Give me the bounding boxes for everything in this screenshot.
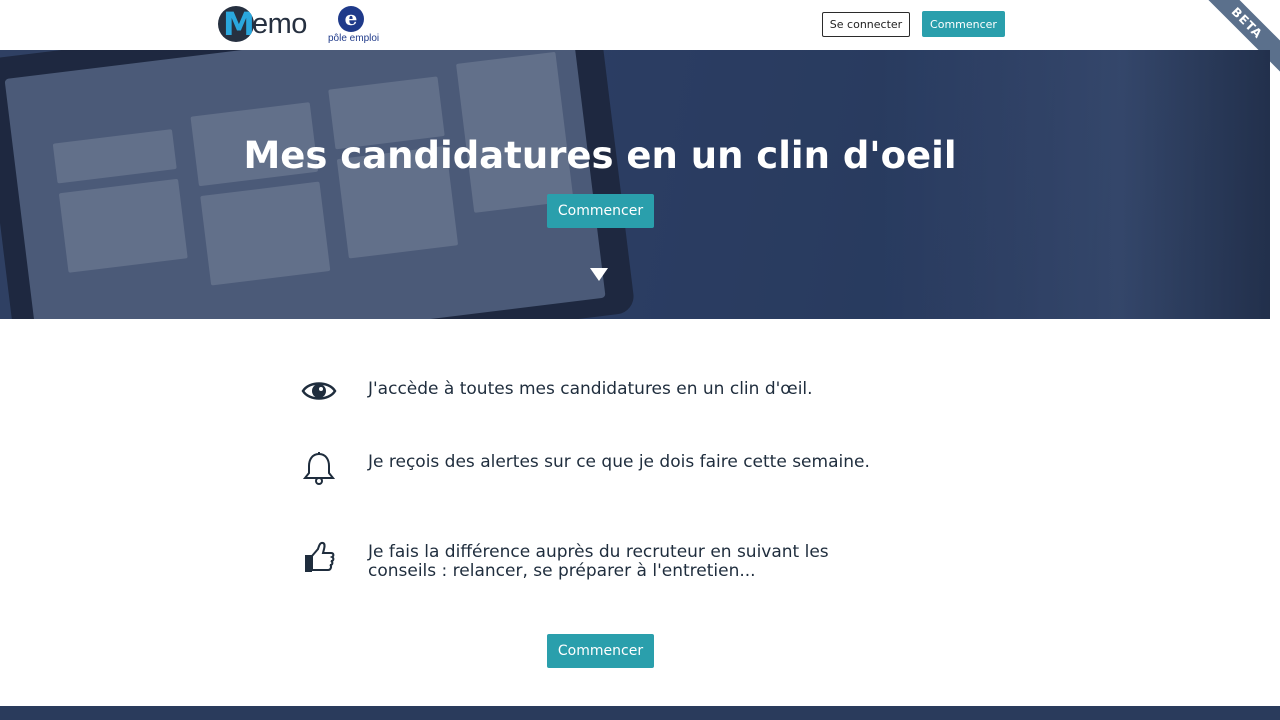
thumbs-up-icon bbox=[305, 541, 335, 572]
footer bbox=[0, 706, 1280, 720]
bottom-start-button[interactable]: Commencer bbox=[547, 634, 654, 668]
feature-item: Je fais la différence auprès du recruteu… bbox=[300, 539, 900, 581]
hero-title: Mes candidatures en un clin d'oeil bbox=[243, 134, 957, 177]
pole-emploi-logo[interactable]: e pôle emploi bbox=[328, 6, 380, 44]
memo-logo-mark: M bbox=[218, 6, 254, 42]
memo-logo-letter: M bbox=[223, 6, 254, 42]
hero-start-button[interactable]: Commencer bbox=[547, 194, 654, 228]
memo-logo[interactable]: M emo bbox=[218, 6, 307, 42]
memo-logo-text: emo bbox=[252, 7, 307, 40]
triangle-down-icon[interactable] bbox=[590, 268, 608, 281]
pole-emploi-logo-mark: e bbox=[338, 6, 364, 32]
feature-text: Je reçois des alertes sur ce que je dois… bbox=[368, 452, 870, 472]
header-start-button[interactable]: Commencer bbox=[922, 11, 1005, 37]
feature-text: J'accède à toutes mes candidatures en un… bbox=[368, 379, 813, 399]
login-button[interactable]: Se connecter bbox=[822, 12, 910, 37]
site-header: M emo e pôle emploi Se connecter Commenc… bbox=[0, 0, 1280, 50]
eye-icon bbox=[301, 382, 337, 400]
feature-item: Je reçois des alertes sur ce que je dois… bbox=[300, 449, 900, 489]
hero-banner: Mes candidatures en un clin d'oeil Comme… bbox=[0, 50, 1270, 319]
pole-emploi-logo-text: pôle emploi bbox=[328, 33, 380, 44]
feature-text: Je fais la différence auprès du recruteu… bbox=[368, 542, 829, 581]
feature-item: J'accède à toutes mes candidatures en un… bbox=[300, 372, 900, 412]
bell-icon bbox=[302, 451, 336, 485]
hero-light bbox=[880, 50, 1270, 319]
